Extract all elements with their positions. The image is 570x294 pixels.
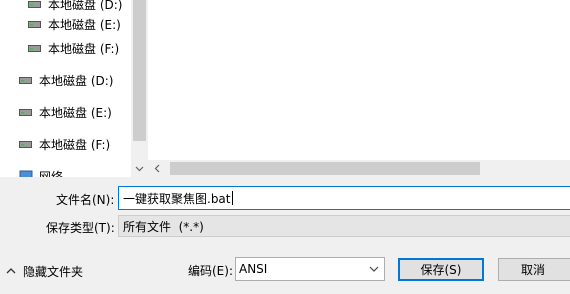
scroll-down-arrow-icon[interactable] [131,160,148,177]
chevron-down-icon [364,266,384,272]
filetype-label: 保存类型(T): [46,221,115,235]
save-form-area: 文件名(N): 一键获取聚焦图.bat 保存类型(T): 所有文件 (*.*) … [0,177,570,294]
network-icon [19,170,33,177]
encoding-label: 编码(E): [188,264,233,278]
drive-icon [28,20,41,28]
cancel-button[interactable]: 取消 [498,258,570,281]
nav-item-drive-e-sub[interactable]: 本地磁盘 (E:) [28,13,121,35]
nav-item-drive-f-sub[interactable]: 本地磁盘 (F:) [28,37,119,59]
filename-label: 文件名(N): [56,193,115,207]
nav-item-label: 本地磁盘 (F:) [48,41,120,56]
hide-folders-toggle[interactable]: 隐藏文件夹 [6,261,83,281]
filetype-value: 所有文件 (*.*) [123,219,204,234]
filetype-select[interactable]: 所有文件 (*.*) [118,215,570,237]
filename-field[interactable]: 一键获取聚焦图.bat [118,186,570,210]
nav-item-label: 本地磁盘 (E:) [48,17,121,32]
file-list-pane[interactable] [148,0,570,160]
nav-item-label: 本地磁盘 (D:) [48,0,123,12]
nav-item-label: 网络 [39,169,64,178]
drive-icon [19,76,32,84]
cancel-button-label: 取消 [520,263,545,277]
nav-item-network[interactable]: 网络 [19,165,63,177]
nav-item-drive-f[interactable]: 本地磁盘 (F:) [19,133,110,155]
nav-item-label: 本地磁盘 (D:) [39,73,114,88]
encoding-select[interactable]: ANSI [235,257,385,281]
navigation-pane: 本地磁盘 (D:) 本地磁盘 (E:) 本地磁盘 (F:) 本地磁盘 (D:) … [0,0,131,177]
save-button-label: 保存(S) [420,263,462,277]
text-caret [231,191,233,205]
nav-item-drive-d[interactable]: 本地磁盘 (D:) [19,69,113,91]
scrollbar-thumb[interactable] [133,0,146,141]
file-horizontal-scrollbar[interactable] [148,160,570,177]
drive-icon [19,140,32,148]
scroll-left-arrow-icon[interactable] [148,160,165,177]
hide-folders-label: 隐藏文件夹 [23,264,84,279]
chevron-up-icon [6,268,18,274]
save-button[interactable]: 保存(S) [398,258,484,281]
drive-icon [19,108,32,116]
nav-vertical-scrollbar[interactable] [131,0,148,177]
drive-icon [28,0,41,8]
drive-icon [28,44,41,52]
nav-item-label: 本地磁盘 (F:) [39,137,111,152]
filename-value: 一键获取聚焦图.bat [123,191,231,206]
nav-item-drive-e[interactable]: 本地磁盘 (E:) [19,101,112,123]
nav-item-label: 本地磁盘 (E:) [39,105,112,120]
scrollbar-thumb[interactable] [170,162,480,175]
encoding-value: ANSI [239,262,268,276]
